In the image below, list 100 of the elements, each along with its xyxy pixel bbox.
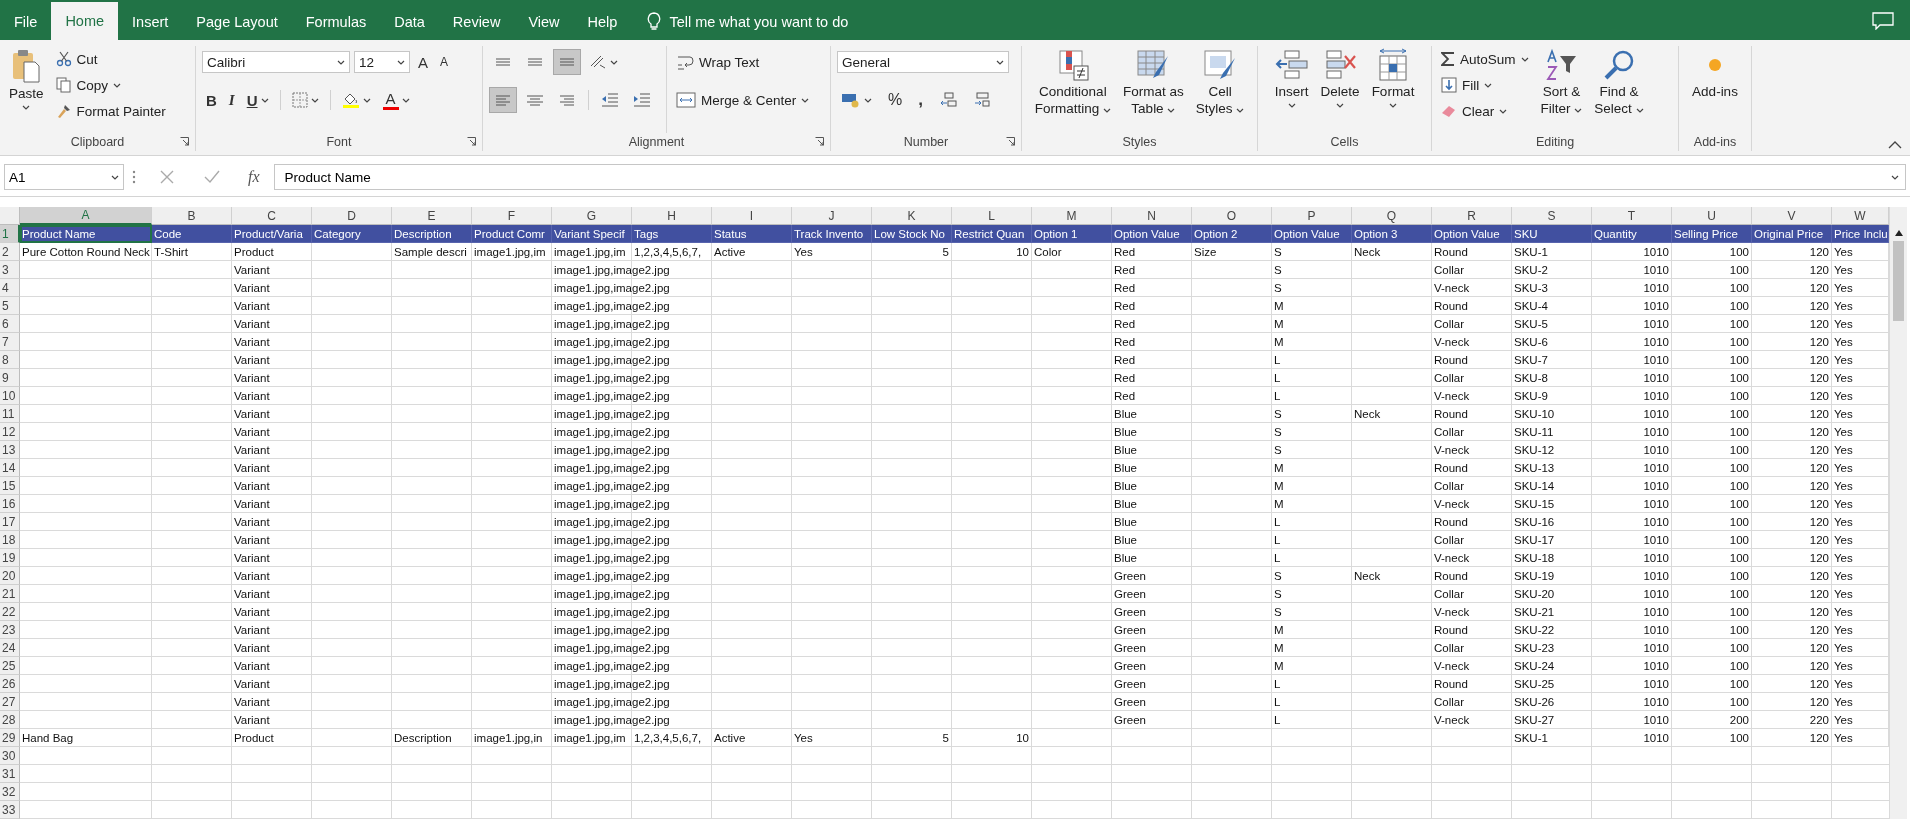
cells-button[interactable]: Insert — [1271, 46, 1312, 133]
column-header[interactable]: B — [152, 207, 232, 225]
autosum-button[interactable]: AutoSum — [1438, 46, 1532, 72]
row-header[interactable]: 26 — [0, 675, 20, 693]
ribbon-tab[interactable]: Review — [438, 4, 515, 40]
row-header[interactable]: 13 — [0, 441, 20, 459]
vertical-scrollbar[interactable] — [1889, 207, 1907, 819]
dialog-launcher-icon[interactable] — [1006, 137, 1015, 146]
row-header[interactable]: 3 — [0, 261, 20, 279]
ribbon-tab[interactable]: View — [514, 4, 574, 40]
paste-button[interactable]: Paste — [6, 46, 47, 133]
row-header[interactable]: 20 — [0, 567, 20, 585]
row-header[interactable]: 14 — [0, 459, 20, 477]
column-header[interactable]: K — [872, 207, 952, 225]
column-header[interactable]: E — [392, 207, 472, 225]
italic-button[interactable]: I — [224, 87, 239, 113]
percent-button[interactable]: % — [884, 87, 907, 113]
wrap-text-button[interactable]: Wrap Text — [673, 46, 813, 78]
ribbon-tab[interactable]: Formulas — [291, 4, 381, 40]
ribbon-tab[interactable]: Insert — [118, 4, 183, 40]
column-header[interactable]: A — [20, 207, 152, 225]
row-header[interactable]: 23 — [0, 621, 20, 639]
underline-button[interactable]: U — [242, 87, 273, 113]
ribbon-tab[interactable]: Data — [380, 4, 439, 40]
row-header[interactable]: 18 — [0, 531, 20, 549]
row-header[interactable]: 4 — [0, 279, 20, 297]
clear-button[interactable]: Clear — [1438, 98, 1532, 124]
column-header[interactable]: S — [1512, 207, 1592, 225]
formula-field[interactable]: Product Name — [273, 164, 1906, 190]
font-color-button[interactable]: A — [378, 87, 414, 113]
scroll-up-icon[interactable] — [1893, 229, 1904, 237]
left-align-button[interactable] — [489, 87, 517, 113]
row-header[interactable]: 33 — [0, 801, 20, 819]
row-header[interactable]: 16 — [0, 495, 20, 513]
dialog-launcher-icon[interactable] — [180, 137, 189, 146]
comment-icon[interactable] — [1872, 12, 1894, 30]
shrink-font-button[interactable]: A — [436, 49, 453, 75]
column-header[interactable]: R — [1432, 207, 1512, 225]
column-header[interactable]: U — [1672, 207, 1752, 225]
row-header[interactable]: 32 — [0, 783, 20, 801]
styles-button[interactable]: Conditional Formatting — [1031, 46, 1114, 133]
column-header[interactable]: F — [472, 207, 552, 225]
row-header[interactable]: 2 — [0, 243, 20, 261]
cells-button[interactable]: Delete — [1317, 46, 1363, 133]
row-header[interactable]: 5 — [0, 297, 20, 315]
font-size-field[interactable]: 12 — [354, 51, 410, 73]
dialog-launcher-icon[interactable] — [467, 137, 476, 146]
fill-button[interactable]: Fill — [1438, 72, 1532, 98]
row-header[interactable]: 1 — [0, 225, 20, 243]
bold-button[interactable]: B — [202, 87, 221, 113]
bottom-align-button[interactable] — [553, 49, 581, 75]
font-name-field[interactable]: Calibri — [202, 51, 350, 73]
row-header[interactable]: 19 — [0, 549, 20, 567]
column-header[interactable]: V — [1752, 207, 1832, 225]
row-header[interactable]: 8 — [0, 351, 20, 369]
row-header[interactable]: 12 — [0, 423, 20, 441]
column-header[interactable]: W — [1832, 207, 1889, 225]
row-header[interactable]: 28 — [0, 711, 20, 729]
insert-function-button[interactable]: fx — [242, 168, 266, 186]
copy-button[interactable]: Copy — [52, 72, 169, 98]
tell-me-search[interactable]: Tell me what you want to do — [669, 14, 849, 30]
comma-button[interactable]: , — [914, 87, 927, 113]
styles-button[interactable]: Cell Styles — [1192, 46, 1248, 133]
column-header[interactable]: O — [1192, 207, 1272, 225]
column-header[interactable]: P — [1272, 207, 1352, 225]
row-header[interactable]: 7 — [0, 333, 20, 351]
column-header[interactable]: J — [792, 207, 872, 225]
cancel-icon[interactable] — [160, 170, 174, 184]
cut-button[interactable]: Cut — [52, 46, 169, 72]
column-header[interactable]: Q — [1352, 207, 1432, 225]
format-painter-button[interactable]: Format Painter — [52, 98, 169, 124]
row-header[interactable]: 24 — [0, 639, 20, 657]
row-header[interactable]: 30 — [0, 747, 20, 765]
row-header[interactable]: 29 — [0, 729, 20, 747]
row-header[interactable]: 6 — [0, 315, 20, 333]
column-header[interactable]: G — [552, 207, 632, 225]
row-header[interactable]: 22 — [0, 603, 20, 621]
enter-icon[interactable] — [204, 170, 220, 184]
row-header[interactable]: 27 — [0, 693, 20, 711]
column-header[interactable]: T — [1592, 207, 1672, 225]
number-format-field[interactable]: General — [837, 51, 1009, 73]
ribbon-tab[interactable]: Page Layout — [182, 4, 292, 40]
ribbon-tab[interactable]: Help — [573, 4, 632, 40]
row-header[interactable]: 25 — [0, 657, 20, 675]
scrollbar-thumb[interactable] — [1893, 241, 1904, 321]
grow-font-button[interactable]: A — [414, 49, 432, 75]
column-header[interactable]: L — [952, 207, 1032, 225]
styles-button[interactable]: Format as Table — [1120, 46, 1187, 133]
column-header[interactable]: N — [1112, 207, 1192, 225]
dialog-launcher-icon[interactable] — [815, 137, 824, 146]
select-all-corner[interactable] — [0, 207, 20, 225]
row-header[interactable]: 17 — [0, 513, 20, 531]
column-header[interactable]: I — [712, 207, 792, 225]
column-header[interactable]: D — [312, 207, 392, 225]
merge-center-button[interactable]: Merge & Center — [673, 84, 813, 116]
row-header[interactable]: 21 — [0, 585, 20, 603]
row-header[interactable]: 15 — [0, 477, 20, 495]
name-box[interactable]: A1 — [4, 164, 124, 190]
row-header[interactable]: 11 — [0, 405, 20, 423]
add-ins-button[interactable]: Add-ins — [1689, 46, 1741, 133]
